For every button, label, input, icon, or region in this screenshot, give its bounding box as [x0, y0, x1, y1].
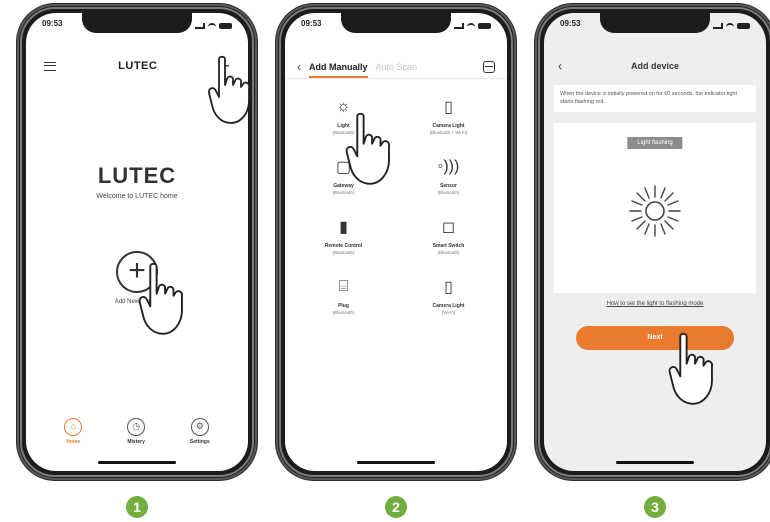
- instruction-stage: 09:53 LUTEC + LUTEC Welcome to LUTEC hom…: [0, 0, 770, 522]
- add-new-device-button[interactable]: +: [116, 251, 158, 293]
- home-indicator: [357, 461, 435, 464]
- power-on-instructions: When the device is initially powered on …: [554, 85, 756, 113]
- home-top-bar: LUTEC +: [26, 55, 248, 77]
- history-icon: ◷: [127, 418, 146, 436]
- camera-light-icon: ▯: [444, 99, 453, 116]
- device-connection: (Bluetooth + Wi-Fi): [429, 130, 468, 135]
- tab-home[interactable]: ⌂ Home: [64, 418, 83, 445]
- status-icons: [713, 19, 750, 33]
- device-camera-light-bt-wifi[interactable]: ▯ Camera Light (Bluetooth + Wi-Fi): [396, 95, 501, 135]
- step-number-badge: 3: [644, 496, 666, 518]
- device-name: Plug: [338, 303, 349, 309]
- phone-notch: [341, 13, 451, 33]
- device-name: Gateway: [333, 183, 354, 189]
- device-connection: (Bluetooth): [332, 250, 355, 255]
- tab-settings-label: Settings: [189, 439, 210, 445]
- phone-frame-3: 09:53 ‹ Add device When the device is in…: [535, 4, 770, 480]
- signal-icon: [454, 23, 464, 29]
- home-screen: 09:53 LUTEC + LUTEC Welcome to LUTEC hom…: [26, 13, 248, 471]
- light-icon: ☼: [336, 98, 351, 115]
- device-connection: (Bluetooth): [332, 130, 355, 135]
- phone-frame-2: 09:53 ‹ Add Manually Auto Scan ☼ Light (…: [276, 4, 516, 480]
- home-indicator: [616, 461, 694, 464]
- wifi-icon: [467, 23, 475, 29]
- device-connection: (Bluetooth): [332, 190, 355, 195]
- sensor-icon: ◦))): [437, 158, 460, 175]
- next-button[interactable]: Next: [576, 326, 734, 350]
- device-connection: (Bluetooth): [332, 310, 355, 315]
- device-name: Camera Light: [432, 123, 465, 129]
- device-remote-control[interactable]: ▮ Remote Control (Bluetooth): [291, 215, 396, 255]
- status-time: 09:53: [301, 19, 322, 28]
- scan-icon[interactable]: [483, 60, 495, 73]
- wifi-icon: [208, 23, 216, 29]
- plug-icon: ⌸: [338, 278, 349, 295]
- brand-logo: LUTEC: [26, 163, 248, 189]
- wifi-icon: [726, 23, 734, 29]
- device-connection: (Wi-Fi): [441, 310, 456, 315]
- add-device-screen: 09:53 ‹ Add device When the device is in…: [544, 13, 766, 471]
- device-name: Smart Switch: [432, 243, 465, 249]
- home-indicator: [98, 461, 176, 464]
- light-flashing-chip: Light flashing: [627, 137, 683, 149]
- phone-notch: [600, 13, 710, 33]
- phone-notch: [82, 13, 192, 33]
- tab-home-label: Home: [66, 439, 81, 445]
- bottom-tab-bar: ⌂ Home ◷ Mistery ⚙ Settings: [26, 418, 248, 445]
- device-name: Remote Control: [324, 243, 363, 249]
- flashing-mode-help-link[interactable]: How to set the light to flashing mode: [544, 301, 766, 307]
- status-icons: [454, 19, 491, 33]
- add-manually-screen: 09:53 ‹ Add Manually Auto Scan ☼ Light (…: [285, 13, 507, 471]
- phone-frame-1: 09:53 LUTEC + LUTEC Welcome to LUTEC hom…: [17, 4, 257, 480]
- battery-icon: [737, 23, 750, 29]
- tab-add-manually[interactable]: Add Manually: [309, 62, 368, 78]
- home-title: LUTEC: [118, 60, 158, 72]
- device-light[interactable]: ☼ Light (Bluetooth): [291, 95, 396, 135]
- step-number-badge: 1: [126, 496, 148, 518]
- settings-icon: ⚙: [190, 418, 209, 436]
- tab-history-label: Mistery: [127, 439, 145, 445]
- status-time: 09:53: [42, 19, 63, 28]
- device-camera-light-wifi[interactable]: ▯ Camera Light (Wi-Fi): [396, 275, 501, 315]
- device-sensor[interactable]: ◦))) Sensor (Bluetooth): [396, 155, 501, 195]
- menu-icon[interactable]: [44, 61, 56, 71]
- back-chevron-icon[interactable]: ‹: [297, 60, 301, 74]
- device-type-grid: ☼ Light (Bluetooth) ▯ Camera Light (Blue…: [285, 95, 507, 315]
- battery-icon: [219, 23, 232, 29]
- status-icons: [195, 19, 232, 33]
- add-device-title: Add device: [630, 61, 679, 71]
- signal-icon: [713, 23, 723, 29]
- tab-settings[interactable]: ⚙ Settings: [190, 418, 210, 445]
- device-smart-switch[interactable]: ◻ Smart Switch (Bluetooth): [396, 215, 501, 255]
- brand-logo-text: LUTEC: [97, 163, 177, 188]
- add-device-top-bar: ‹ Add device: [544, 55, 766, 77]
- switch-icon: ◻: [441, 219, 456, 236]
- device-name: Camera Light: [432, 303, 465, 309]
- device-gateway[interactable]: ▢ Gateway (Bluetooth): [291, 155, 396, 195]
- device-connection: (Bluetooth): [437, 250, 460, 255]
- device-connection: (Bluetooth): [437, 190, 460, 195]
- signal-icon: [195, 23, 205, 29]
- home-icon: ⌂: [64, 418, 83, 436]
- device-plug[interactable]: ⌸ Plug (Bluetooth): [291, 275, 396, 315]
- tab-auto-scan[interactable]: Auto Scan: [376, 62, 418, 72]
- device-name: Sensor: [440, 183, 457, 189]
- flashing-light-icon: [627, 183, 683, 244]
- remote-icon: ▮: [339, 219, 348, 236]
- gateway-icon: ▢: [335, 159, 352, 176]
- status-time: 09:53: [560, 19, 581, 28]
- camera-light-icon: ▯: [444, 279, 453, 296]
- welcome-text: Welcome to LUTEC home: [96, 193, 178, 200]
- add-device-plus-icon[interactable]: +: [219, 57, 230, 75]
- add-new-device-label: Add New Device: [114, 299, 160, 305]
- battery-icon: [478, 23, 491, 29]
- tab-history[interactable]: ◷ Mistery: [127, 418, 146, 445]
- light-flashing-panel: Light flashing: [554, 123, 756, 293]
- step-number-badge: 2: [385, 496, 407, 518]
- device-name: Light: [337, 123, 350, 129]
- add-device-header: ‹ Add Manually Auto Scan: [285, 55, 507, 79]
